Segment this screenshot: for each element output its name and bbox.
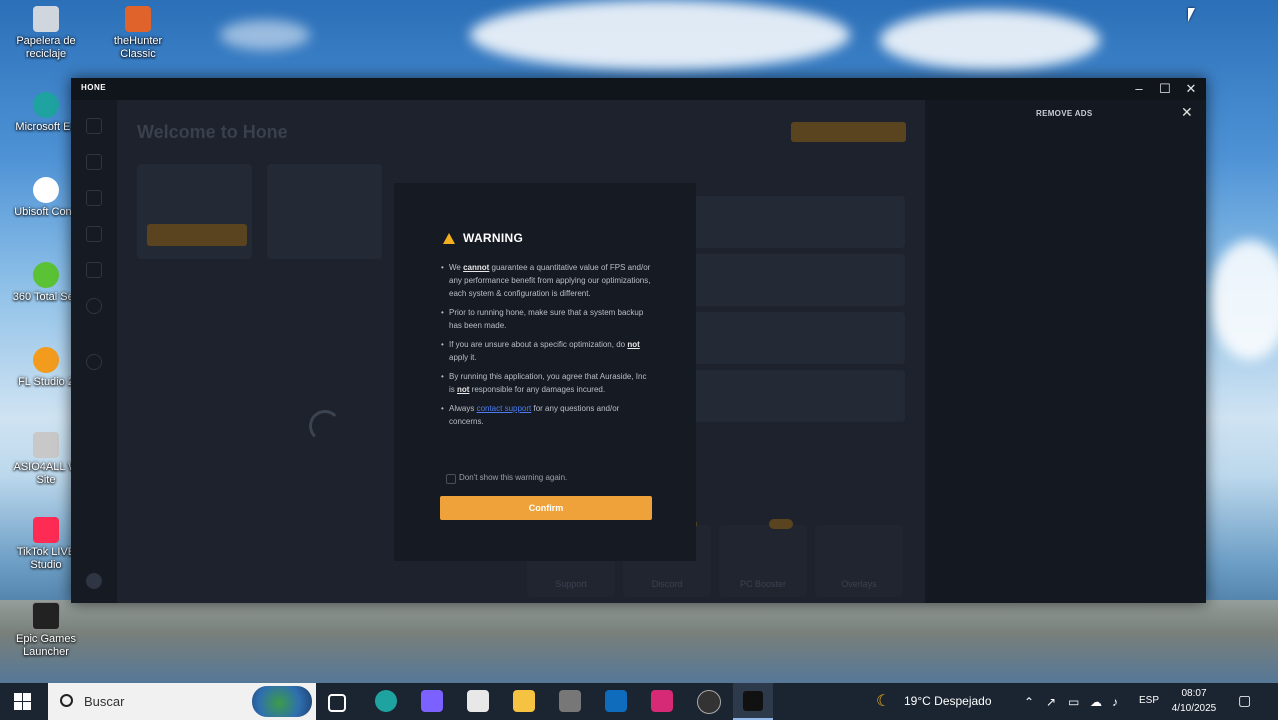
monitor-icon[interactable]	[86, 226, 102, 242]
edge-taskbar-icon[interactable]	[375, 690, 397, 712]
list-item: If you are unsure about a specific optim…	[441, 338, 653, 364]
close-icon[interactable]: ✕	[1178, 79, 1204, 99]
clock-date: 4/10/2025	[1171, 703, 1217, 714]
avatar[interactable]	[86, 573, 102, 589]
hone-window: HONE – ☐ ✕ Welcome to Hone Support Disco…	[71, 78, 1206, 603]
outlook-taskbar-icon[interactable]	[605, 690, 627, 712]
list-item: By running this application, you agree t…	[441, 370, 653, 396]
dont-show-checkbox[interactable]	[446, 474, 456, 484]
warning-icon	[443, 233, 455, 244]
tile-label: PC Booster	[739, 579, 787, 589]
hone-taskbar-button[interactable]	[733, 683, 773, 720]
clock-time: 08:07	[1181, 688, 1207, 699]
settings-icon[interactable]	[86, 354, 102, 370]
asio4all-icon	[33, 432, 59, 458]
copilot-taskbar-icon[interactable]	[421, 690, 443, 712]
obs-taskbar-icon[interactable]	[697, 690, 721, 714]
hone-tray-icon[interactable]: ↗	[1046, 695, 1056, 709]
tile-label: Support	[555, 579, 587, 589]
file-explorer-icon[interactable]	[513, 690, 535, 712]
network-icon[interactable]: ▭	[1068, 695, 1079, 709]
main-content: Welcome to Hone Support Discord PC Boost…	[117, 100, 925, 603]
tag-icon[interactable]	[86, 154, 102, 170]
thehunter-icon	[125, 6, 151, 32]
stat-card-2	[267, 164, 382, 259]
tile-badge	[769, 519, 793, 529]
list-item: Prior to running hone, make sure that a …	[441, 306, 653, 332]
page-title: Welcome to Hone	[137, 122, 288, 142]
edge-icon	[33, 92, 59, 118]
checkbox-label: Don't show this warning again.	[459, 473, 568, 482]
language-indicator[interactable]: ESP	[1139, 695, 1159, 706]
windows-start-icon[interactable]	[14, 693, 31, 710]
list-item: We cannot guarantee a quantitative value…	[441, 261, 653, 300]
epic-games-icon	[32, 602, 60, 630]
tile-overlays[interactable]: Overlays	[815, 525, 903, 597]
desktop-icon-recycle-bin[interactable]: Papelera de reciclaje	[6, 6, 86, 61]
title-bar[interactable]: HONE – ☐ ✕	[71, 78, 1206, 100]
clock[interactable]: 08:07 4/10/2025	[1165, 686, 1223, 716]
instagram-taskbar-icon[interactable]	[651, 690, 673, 712]
recycle-bin-icon	[33, 6, 59, 32]
fl-studio-icon	[33, 347, 59, 373]
desktop-icon-label: Papelera de reciclaje	[16, 35, 76, 60]
notifications-icon[interactable]: ▢	[1238, 692, 1251, 709]
store-taskbar-icon[interactable]	[467, 690, 489, 712]
search-highlight-image	[252, 686, 312, 717]
close-ads-icon[interactable]: ✕	[1181, 104, 1193, 121]
loading-spinner	[309, 410, 341, 442]
maximize-icon[interactable]: ☐	[1152, 79, 1178, 99]
hone-taskbar-icon	[743, 691, 763, 711]
confirm-button[interactable]: Confirm	[440, 496, 652, 520]
home-icon[interactable]	[86, 118, 102, 134]
volume-icon[interactable]: ♪	[1112, 695, 1118, 709]
desktop-icon-epic[interactable]: Epic Games Launcher	[6, 602, 86, 659]
ubisoft-icon	[33, 177, 59, 203]
toolbox-icon[interactable]	[86, 190, 102, 206]
remove-ads-link[interactable]: REMOVE ADS	[1036, 109, 1093, 118]
sidebar	[71, 100, 117, 603]
upgrade-button[interactable]	[791, 122, 906, 142]
warning-modal: WARNING We cannot guarantee a quantitati…	[394, 183, 696, 561]
tiktok-live-icon	[33, 517, 59, 543]
moon-weather-icon: ☾	[876, 693, 891, 710]
stat-card-button[interactable]	[147, 224, 247, 246]
sparkle-icon[interactable]	[86, 298, 102, 314]
plus-icon[interactable]	[86, 262, 102, 278]
desktop-icon-label: Epic Games Launcher	[16, 633, 76, 658]
weather-text[interactable]: 19°C Despejado	[904, 694, 992, 708]
mouse-cursor-icon	[1188, 8, 1195, 22]
app-taskbar-icon[interactable]	[559, 690, 581, 712]
contact-support-link[interactable]: contact support	[477, 404, 532, 413]
list-item: Always contact support for any questions…	[441, 402, 653, 428]
hone-logo: HONE	[81, 83, 107, 92]
modal-title: WARNING	[463, 231, 524, 245]
cloud-icon[interactable]: ☁	[1090, 695, 1102, 709]
tile-label: Overlays	[841, 579, 877, 589]
tile-pc-booster[interactable]: PC Booster	[719, 519, 807, 597]
ads-panel	[925, 100, 1206, 603]
360-total-security-icon	[33, 262, 59, 288]
desktop-icon-label: theHunter Classic	[113, 35, 163, 60]
task-view-icon[interactable]	[328, 694, 346, 712]
chevron-up-icon[interactable]: ⌃	[1024, 695, 1034, 709]
tile-label: Discord	[651, 579, 683, 589]
warning-list: We cannot guarantee a quantitative value…	[441, 261, 653, 434]
minimize-icon[interactable]: –	[1126, 79, 1152, 99]
search-icon	[60, 694, 73, 707]
taskbar: Buscar ☾ 19°C Despejado ⌃ ↗ ▭ ☁ ♪ ESP 08…	[0, 683, 1278, 720]
desktop-icon-thehunter[interactable]: theHunter Classic	[98, 6, 178, 61]
search-input[interactable]: Buscar	[84, 694, 124, 709]
taskbar-search[interactable]: Buscar	[48, 683, 316, 720]
